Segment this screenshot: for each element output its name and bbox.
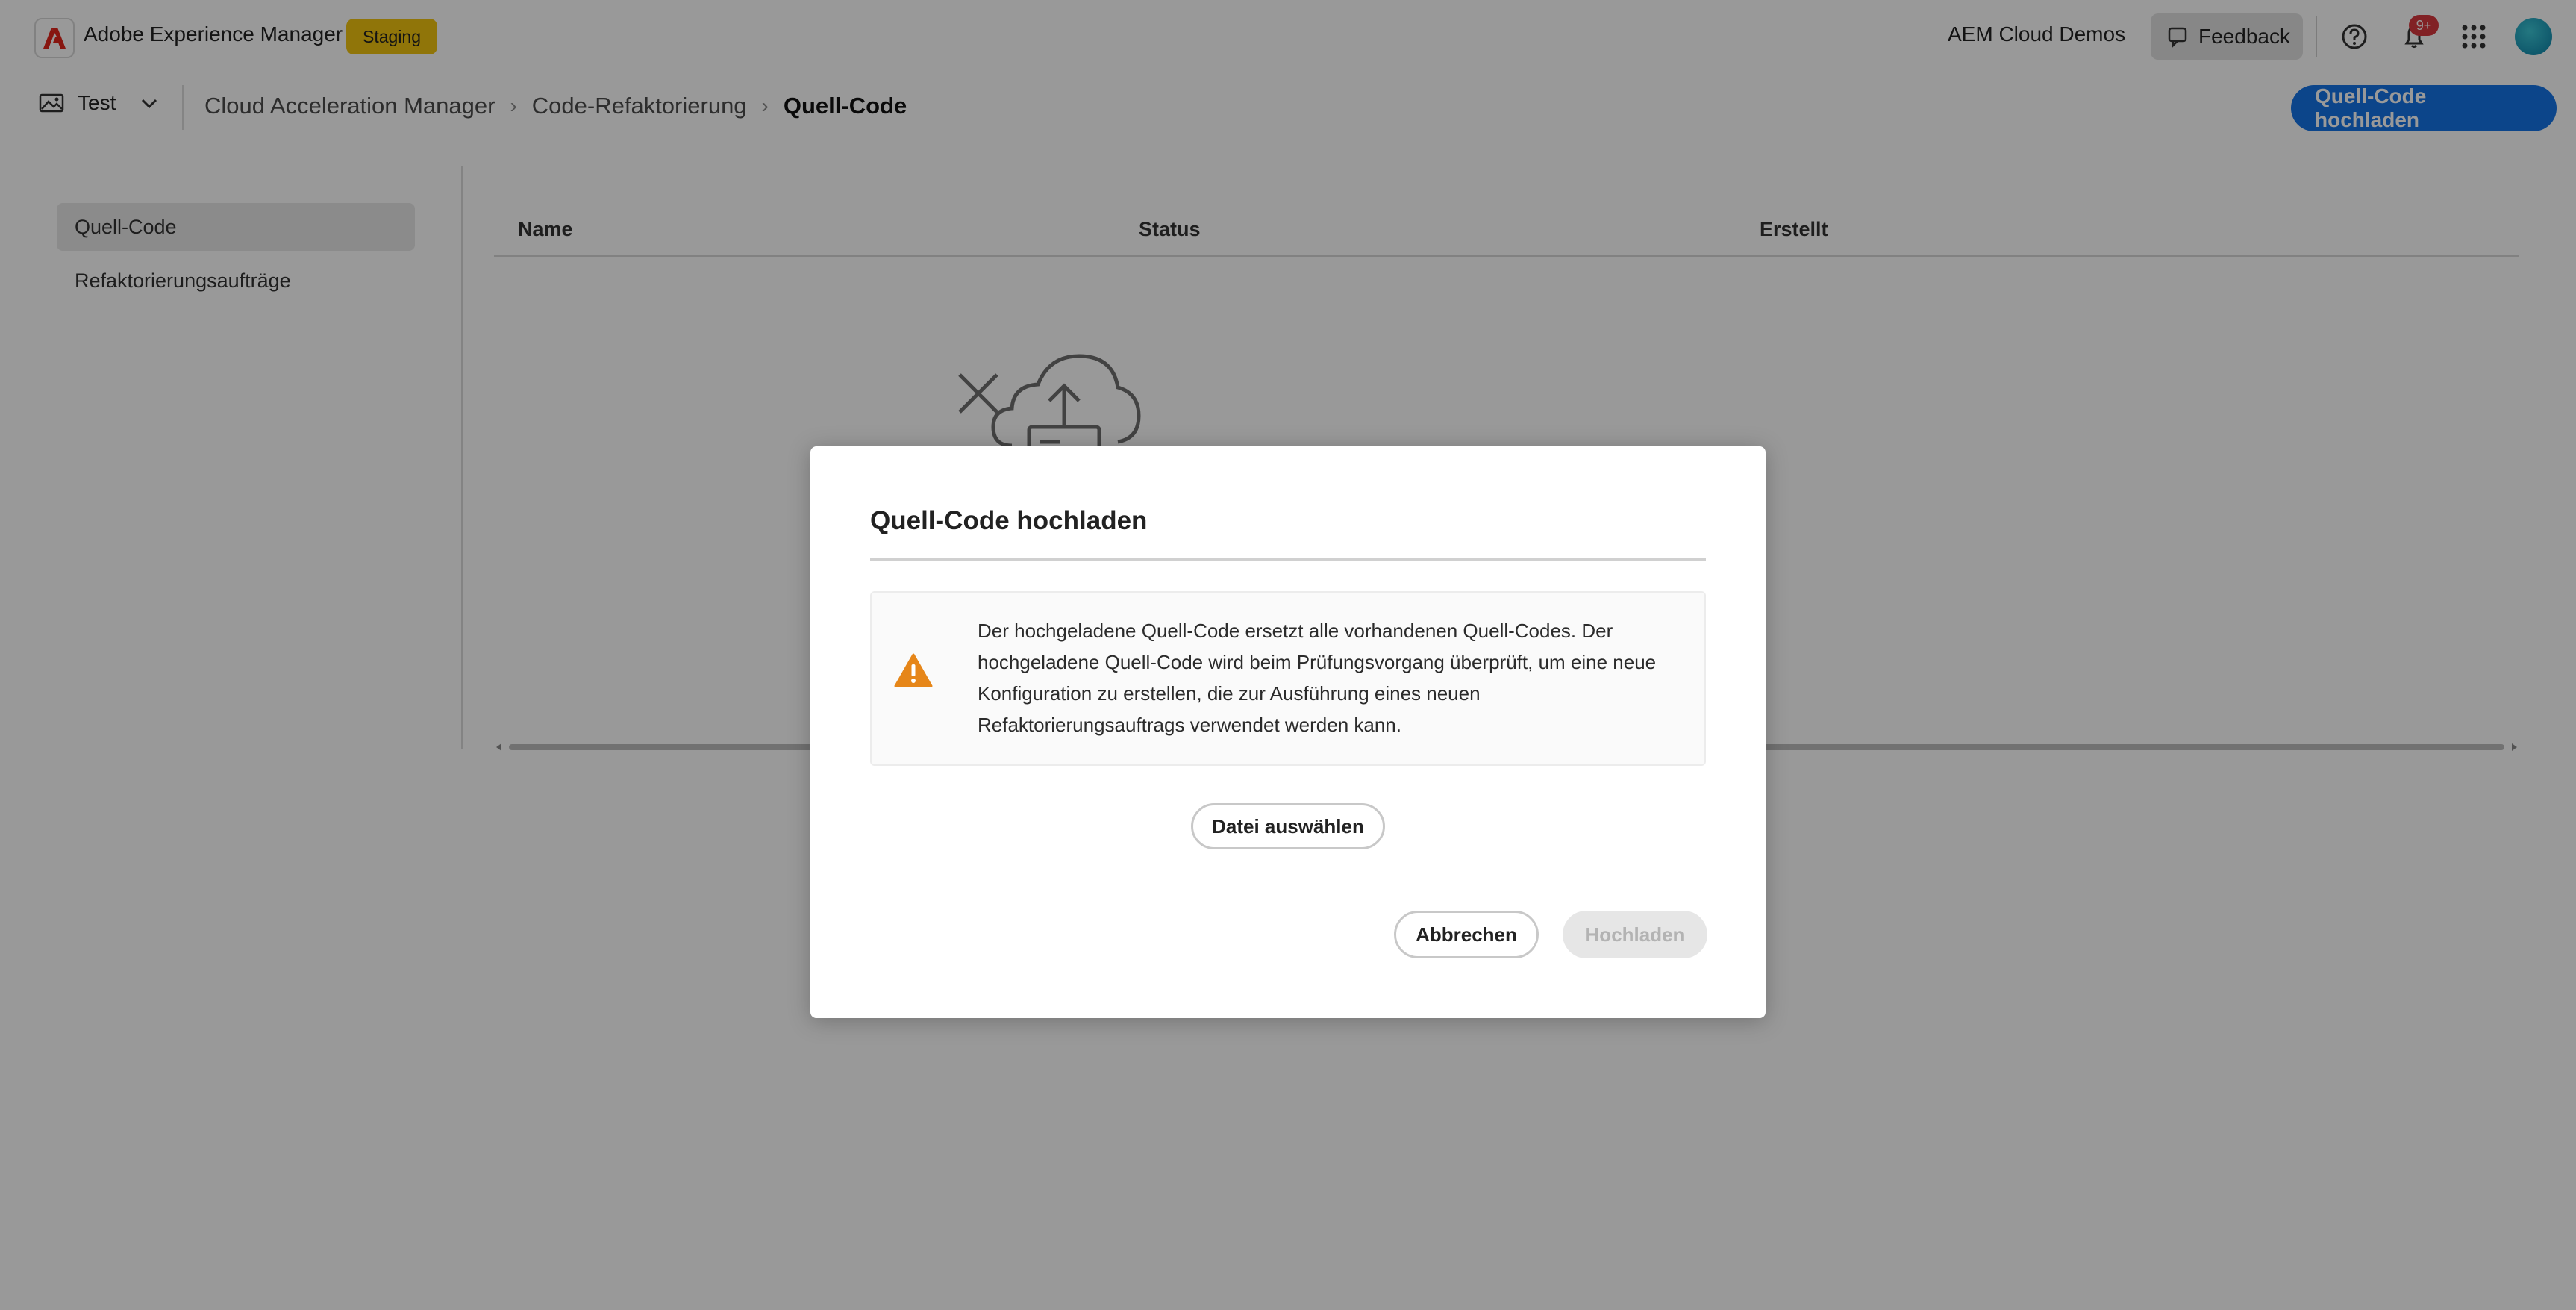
warning-text: Der hochgeladene Quell-Code ersetzt alle… bbox=[978, 620, 1657, 736]
upload-button[interactable]: Hochladen bbox=[1563, 911, 1707, 958]
dialog-title: Quell-Code hochladen bbox=[870, 506, 1148, 535]
cancel-button[interactable]: Abbrechen bbox=[1394, 911, 1539, 958]
choose-file-button[interactable]: Datei auswählen bbox=[1191, 803, 1385, 849]
divider bbox=[870, 558, 1706, 561]
warning-alert: Der hochgeladene Quell-Code ersetzt alle… bbox=[870, 591, 1706, 766]
warning-icon bbox=[894, 653, 933, 687]
upload-dialog: Quell-Code hochladen Der hochgeladene Qu… bbox=[810, 446, 1766, 1018]
